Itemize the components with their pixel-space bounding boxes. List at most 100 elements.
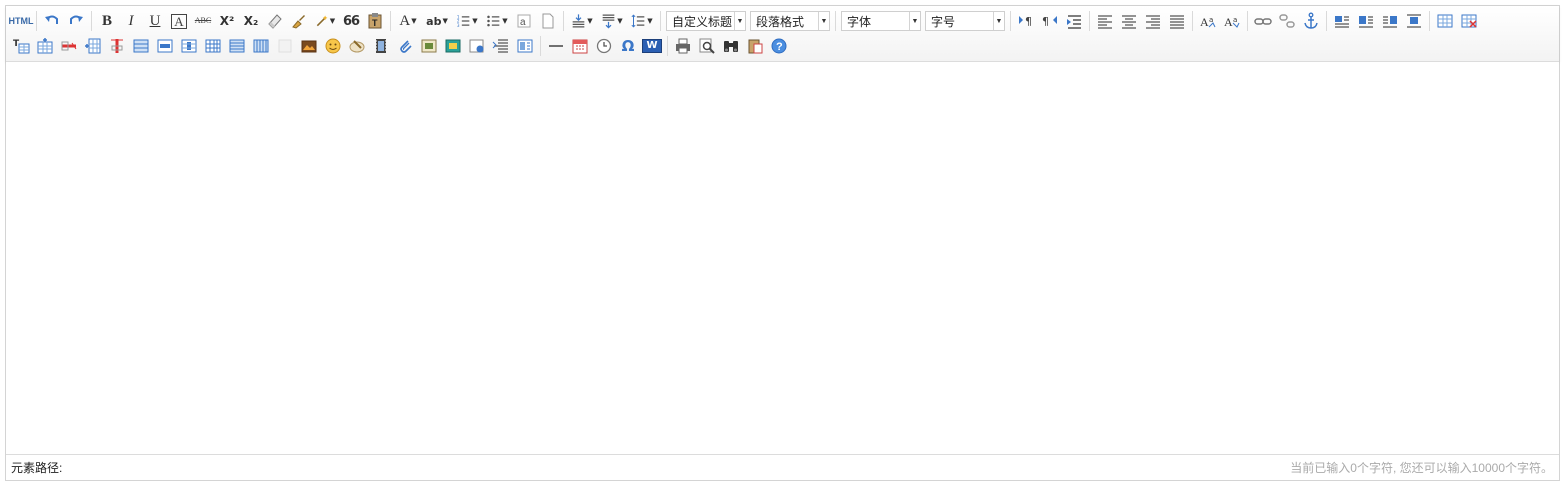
redo-button[interactable]	[65, 10, 87, 32]
inserttable-button[interactable]	[1434, 10, 1456, 32]
toolbar-separator	[1429, 11, 1430, 31]
insertorderedlist-button[interactable]: 123 ▼	[453, 10, 481, 32]
formatmatch-button[interactable]	[288, 10, 310, 32]
preview-button[interactable]	[696, 35, 718, 57]
backcolor-button[interactable]: ab ▼	[423, 10, 451, 32]
undo-button[interactable]	[41, 10, 63, 32]
cleardoc-button[interactable]	[537, 10, 559, 32]
pasteplain-button[interactable]: T	[364, 10, 386, 32]
link-button[interactable]	[1252, 10, 1274, 32]
help-button[interactable]: ?	[768, 35, 790, 57]
splittocols-button[interactable]	[250, 35, 272, 57]
font-family-select[interactable]: 字体 ▼	[841, 11, 921, 31]
spechars-button[interactable]: Ω	[617, 35, 639, 57]
imageright-button[interactable]	[1379, 10, 1401, 32]
forecolor-button[interactable]: A ▼	[395, 10, 421, 32]
word-image-label: W	[642, 39, 662, 53]
svg-text:¶: ¶	[1042, 15, 1049, 28]
printer-icon	[676, 38, 690, 54]
searchreplace-button[interactable]	[720, 35, 742, 57]
drafts-button[interactable]	[744, 35, 766, 57]
fontborder-label: A	[171, 13, 187, 29]
blank-page-icon	[542, 13, 554, 29]
insertvideo-button[interactable]	[370, 35, 392, 57]
mergecells-button[interactable]	[130, 35, 152, 57]
rowspacing-bottom-button[interactable]: ▼	[598, 10, 626, 32]
word-count-text: 当前已输入0个字符, 您还可以输入10000个字符。	[1290, 461, 1553, 475]
emotion-button[interactable]	[322, 35, 344, 57]
chevron-down-icon: ▼	[442, 16, 448, 25]
bold-button[interactable]: B	[96, 10, 118, 32]
splittocells-button[interactable]	[202, 35, 224, 57]
attachment-button[interactable]	[394, 35, 416, 57]
insertparagraphbeforetable-button[interactable]: T	[10, 35, 32, 57]
justify-left-button[interactable]	[1094, 10, 1116, 32]
pagebreak-button[interactable]	[490, 35, 512, 57]
print-button[interactable]	[672, 35, 694, 57]
italic-label: I	[128, 12, 134, 29]
toolbar-separator	[1089, 11, 1090, 31]
delete-column-icon	[111, 39, 123, 53]
page-break-icon	[492, 39, 508, 53]
mergedown-button[interactable]	[178, 35, 200, 57]
lineheight-button[interactable]: ▼	[628, 10, 656, 32]
date-button[interactable]	[569, 35, 591, 57]
attachment-icon	[400, 40, 412, 53]
scrawl-button[interactable]	[346, 35, 368, 57]
insertunorderedlist-button[interactable]: ▼	[483, 10, 511, 32]
horizontal-rule-button[interactable]	[545, 35, 567, 57]
editor-content-area[interactable]	[6, 62, 1559, 455]
subscript-button[interactable]: X₂	[240, 10, 262, 32]
directionality-rtl-button[interactable]: ¶	[1039, 10, 1061, 32]
insertcode-button[interactable]	[442, 35, 464, 57]
underline-button[interactable]: U	[144, 10, 166, 32]
template-button[interactable]	[514, 35, 536, 57]
deletecol-button[interactable]	[106, 35, 128, 57]
wordimage-button[interactable]: W	[641, 35, 663, 57]
svg-text:T: T	[372, 18, 378, 28]
custom-heading-select[interactable]: 自定义标题 ▼	[666, 11, 746, 31]
deletetable-button[interactable]	[1458, 10, 1480, 32]
source-html-button[interactable]: HTML	[9, 10, 34, 32]
mergeright-button[interactable]	[154, 35, 176, 57]
align-center-icon	[1122, 15, 1136, 29]
image-none-icon	[1335, 16, 1349, 28]
time-button[interactable]	[593, 35, 615, 57]
rowspacing-top-button[interactable]: ▼	[568, 10, 596, 32]
toolbar-separator	[1247, 11, 1248, 31]
removeformat-button[interactable]	[264, 10, 286, 32]
touppercase-button[interactable]: Aa	[1197, 10, 1219, 32]
insertframe-button[interactable]	[418, 35, 440, 57]
simpleupload-button[interactable]	[274, 35, 296, 57]
italic-button[interactable]: I	[120, 10, 142, 32]
superscript-button[interactable]: X²	[216, 10, 238, 32]
chevron-down-icon: ▼	[734, 12, 745, 30]
webapp-button[interactable]	[466, 35, 488, 57]
anchor-button[interactable]	[1300, 10, 1322, 32]
justify-center-button[interactable]	[1118, 10, 1140, 32]
blockquote-button[interactable]: 66	[340, 10, 362, 32]
tolowercase-button[interactable]: Aa	[1221, 10, 1243, 32]
imageleft-button[interactable]	[1355, 10, 1377, 32]
code-icon	[445, 39, 461, 53]
unlink-button[interactable]	[1276, 10, 1298, 32]
deleterow-button[interactable]	[58, 35, 80, 57]
imagenone-button[interactable]	[1331, 10, 1353, 32]
paragraph-format-select[interactable]: 段落格式 ▼	[750, 11, 830, 31]
justify-justify-button[interactable]	[1166, 10, 1188, 32]
insertcol-button[interactable]	[82, 35, 104, 57]
backcolor-label: ab	[426, 14, 442, 28]
selectall-button[interactable]: a	[513, 10, 535, 32]
insertimage-button[interactable]	[298, 35, 320, 57]
strikethrough-button[interactable]: ABC	[192, 10, 214, 32]
imagecenter-button[interactable]	[1403, 10, 1425, 32]
directionality-ltr-button[interactable]: ¶	[1015, 10, 1037, 32]
font-size-select[interactable]: 字号 ▼	[925, 11, 1005, 31]
justify-right-button[interactable]	[1142, 10, 1164, 32]
splittorows-button[interactable]	[226, 35, 248, 57]
insertrow-button[interactable]	[34, 35, 56, 57]
fontborder-button[interactable]: A	[168, 10, 190, 32]
editor-toolbar: HTML B I U A ABC X² X₂ ▼ 66 T A ▼ ab ▼ 1…	[6, 6, 1559, 62]
autotypeset-button[interactable]: ▼	[312, 10, 338, 32]
indent-button[interactable]	[1063, 10, 1085, 32]
